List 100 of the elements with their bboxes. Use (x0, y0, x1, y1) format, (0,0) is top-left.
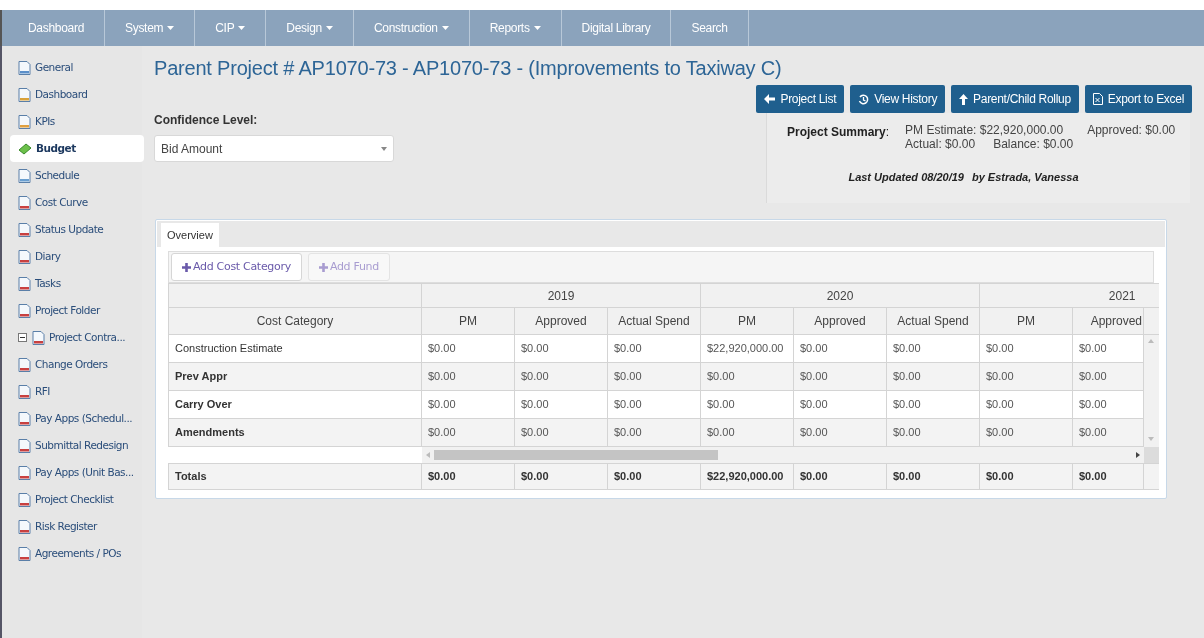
table-cell: $0.00 (514, 390, 608, 419)
table-cell: $22,920,000.00 (700, 334, 794, 363)
totals-cell: $0.00 (421, 463, 515, 490)
sidebar-item[interactable]: Cost Curve (10, 189, 144, 216)
header-cell: Approved (1072, 307, 1144, 335)
document-icon (18, 87, 31, 102)
sidebar-item[interactable]: Agreements / POs (10, 540, 144, 567)
table-cell: $0.00 (421, 418, 515, 447)
table-cell: $0.00 (700, 418, 794, 447)
document-icon (32, 330, 45, 345)
caret-icon (325, 26, 333, 30)
document-icon (18, 438, 31, 453)
summary-value: Approved: $0.00 (1087, 123, 1176, 137)
totals-label-cell: Totals (168, 463, 422, 490)
action-button[interactable]: Export to Excel (1084, 85, 1192, 113)
history-icon (858, 93, 870, 105)
sidebar-item[interactable]: General (10, 54, 144, 81)
sidebar-item[interactable]: KPIs (10, 108, 144, 135)
document-icon (18, 519, 31, 534)
header-cell: PM (979, 307, 1073, 335)
tab[interactable]: Overview (161, 223, 219, 247)
sidebar-item[interactable]: Schedule (10, 162, 144, 189)
arrow-left-icon (764, 94, 776, 104)
document-icon (18, 357, 31, 372)
totals-cell: $0.00 (979, 463, 1073, 490)
summary-value: Actual: $0.00 (905, 137, 976, 151)
sidebar-item[interactable]: Tasks (10, 270, 144, 297)
table-cell: $0.00 (1072, 418, 1144, 447)
table-cell: $0.00 (886, 390, 980, 419)
header-cell: Actual Spend (886, 307, 980, 335)
sidebar-item[interactable]: Project Folder (10, 297, 144, 324)
totals-cell: $0.00 (607, 463, 701, 490)
scrollbar-thumb[interactable] (433, 450, 718, 460)
sidebar-item[interactable]: Status Update (10, 216, 144, 243)
sidebar-item[interactable]: Dashboard (10, 81, 144, 108)
document-icon (18, 195, 31, 210)
sidebar-item[interactable]: Change Orders (10, 351, 144, 378)
document-icon (18, 411, 31, 426)
row-label-cell: Amendments (168, 418, 422, 447)
table-cell: $0.00 (886, 334, 980, 363)
header-cell: Approved (793, 307, 887, 335)
document-icon (18, 303, 31, 318)
page-title: Parent Project # AP1070-73 - AP1070-73 - (Improvements to Taxiway C) (154, 56, 783, 81)
table-cell: $0.00 (514, 418, 608, 447)
header-cell: PM (421, 307, 515, 335)
header-cell: PM (700, 307, 794, 335)
header-cell: Actual Spend (607, 307, 701, 335)
confidence-level-select[interactable]: Bid Amount (154, 135, 394, 162)
sidebar-item[interactable]: Risk Register (10, 513, 144, 540)
summary-label: Project Summary: (787, 124, 890, 141)
action-button[interactable]: Project List (756, 85, 845, 113)
document-icon (18, 60, 31, 75)
year-header-cell: 2021 (979, 283, 1144, 308)
row-label-cell: Prev Appr (168, 362, 422, 391)
scroll-right-icon[interactable] (1135, 452, 1140, 458)
sidebar-item[interactable]: Project Checklist (10, 486, 144, 513)
sidebar-item[interactable]: Submittal Redesign (10, 432, 144, 459)
updated-by-text: by Estrada, Vanessa (971, 170, 1079, 185)
table-cell: $0.00 (793, 362, 887, 391)
field-label: Confidence Level: (154, 112, 259, 129)
document-icon (18, 465, 31, 480)
document-icon (18, 492, 31, 507)
caret-icon (381, 146, 387, 151)
table-cell: $0.00 (421, 334, 515, 363)
scroll-left-icon[interactable] (425, 452, 430, 458)
document-icon (18, 276, 31, 291)
caret-icon (441, 26, 449, 30)
sidebar-item[interactable]: Diary (10, 243, 144, 270)
totals-cell: $22,920,000.00 (700, 463, 794, 490)
caret-icon (167, 26, 175, 30)
totals-cell: $0.00 (1072, 463, 1144, 490)
header-cell: Cost Category (168, 307, 422, 335)
caret-icon (238, 26, 246, 30)
sidebar-item[interactable]: RFI (10, 378, 144, 405)
caret-icon (533, 26, 541, 30)
summary-value: Balance: $0.00 (993, 137, 1074, 151)
table-cell: $0.00 (607, 390, 701, 419)
document-icon (18, 249, 31, 264)
table-cell: $0.00 (607, 362, 701, 391)
table-cell: $0.00 (793, 418, 887, 447)
document-icon (18, 546, 31, 561)
sidebar-item[interactable]: Pay Apps (Unit Bas... (10, 459, 144, 486)
year-header-cell: 2020 (700, 283, 980, 308)
sidebar-item[interactable]: Project Contra... (10, 324, 144, 351)
table-cell: $0.00 (421, 362, 515, 391)
table-cell: $0.00 (1072, 362, 1144, 391)
table-cell: $0.00 (514, 334, 608, 363)
table-cell: $0.00 (979, 390, 1073, 419)
toolbar-button[interactable]: Add Cost Category (171, 253, 302, 281)
collapse-icon[interactable] (18, 333, 27, 342)
year-header-cell: 2019 (421, 283, 701, 308)
action-button[interactable]: Parent/Child Rollup (951, 85, 1079, 113)
action-button[interactable]: View History (850, 85, 946, 113)
table-cell: $0.00 (421, 390, 515, 419)
row-label-cell: Carry Over (168, 390, 422, 419)
scroll-up-icon[interactable] (1148, 339, 1155, 343)
scroll-down-icon[interactable] (1148, 437, 1155, 441)
sidebar-item[interactable]: Budget (10, 135, 144, 162)
totals-cell: $0.00 (514, 463, 608, 490)
sidebar-item[interactable]: Pay Apps (Schedul... (10, 405, 144, 432)
